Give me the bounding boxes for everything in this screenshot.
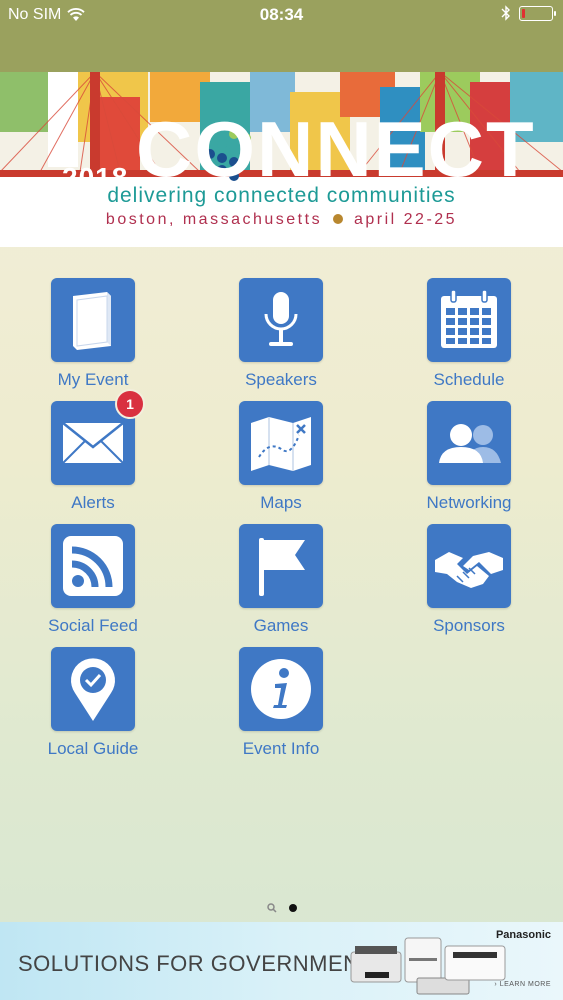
bluetooth-icon (501, 5, 510, 21)
people-icon (439, 424, 501, 463)
my-event-icon-box[interactable] (51, 278, 135, 362)
tile-label: Sponsors (433, 616, 505, 635)
calendar-icon (441, 289, 497, 348)
search-icon[interactable] (266, 903, 277, 913)
tile-maps[interactable]: Maps (206, 401, 356, 513)
maps-icon-box[interactable] (239, 401, 323, 485)
tile-my-event[interactable]: My Event (18, 278, 168, 390)
tile-label: Schedule (433, 370, 505, 389)
flag-icon (259, 538, 305, 596)
local-guide-icon-box[interactable] (51, 647, 135, 731)
ad-brand-logo: Panasonic (495, 929, 551, 941)
tile-event-info[interactable]: Event Info (206, 647, 356, 759)
ad-cta-label: LEARN MORE (499, 981, 551, 988)
event-city: boston, massachusetts (105, 211, 323, 228)
schedule-icon-box[interactable] (427, 278, 511, 362)
tile-schedule[interactable]: Schedule (394, 278, 544, 390)
tile-local-guide[interactable]: Local Guide (18, 647, 168, 759)
event-logo: CONNECT (136, 105, 536, 193)
page-indicator[interactable] (0, 903, 563, 913)
event-location: boston, massachusetts april 22-25 (0, 211, 563, 229)
battery-icon (519, 5, 556, 21)
event-dates: april 22-25 (353, 211, 458, 228)
status-bar: No SIM 08:34 (0, 0, 563, 72)
sponsors-icon-box[interactable] (427, 524, 511, 608)
tile-label: Speakers (245, 370, 317, 389)
ad-learn-more-link[interactable]: › LEARN MORE (494, 981, 551, 988)
tile-label: Social Feed (48, 616, 138, 635)
location-pin-icon (71, 658, 115, 721)
tile-games[interactable]: Games (206, 524, 356, 636)
games-icon-box[interactable] (239, 524, 323, 608)
tile-label: Games (253, 616, 309, 635)
tile-label: Alerts (71, 493, 115, 512)
event-tagline: delivering connected communities (107, 184, 456, 207)
info-icon (251, 659, 311, 719)
map-icon (251, 417, 311, 471)
handshake-icon (435, 552, 503, 588)
separator-dot (333, 214, 344, 224)
microphone-icon (264, 292, 298, 346)
tile-networking[interactable]: Networking (394, 401, 544, 513)
tile-label: Networking (426, 493, 512, 512)
tile-label: Local Guide (47, 739, 139, 758)
clock: 08:34 (259, 5, 304, 24)
tile-social-feed[interactable]: Social Feed (18, 524, 168, 636)
ad-headline: SOLUTIONS FOR GOVERNMENT (18, 951, 374, 976)
tile-label: Event Info (242, 739, 320, 758)
tile-speakers[interactable]: Speakers (206, 278, 356, 390)
ad-banner[interactable]: SOLUTIONS FOR GOVERNMENT Panasonic › LEA… (0, 922, 563, 1000)
speakers-icon-box[interactable] (239, 278, 323, 362)
alerts-icon-box[interactable]: 1 (51, 389, 145, 485)
event-banner: 2018 CONNECT delivering connected commun… (0, 72, 563, 247)
tile-label: My Event (57, 370, 129, 389)
networking-icon-box[interactable] (427, 401, 511, 485)
tile-label: Maps (260, 493, 302, 512)
page-dot-active[interactable] (288, 904, 297, 912)
event-info-icon-box[interactable] (239, 647, 323, 731)
alerts-badge: 1 (115, 389, 145, 419)
book-icon (73, 292, 111, 350)
rss-icon (63, 536, 123, 596)
tile-alerts[interactable]: 1 Alerts (18, 389, 168, 513)
social-feed-icon-box[interactable] (51, 524, 135, 608)
tile-sponsors[interactable]: Sponsors (394, 524, 544, 636)
